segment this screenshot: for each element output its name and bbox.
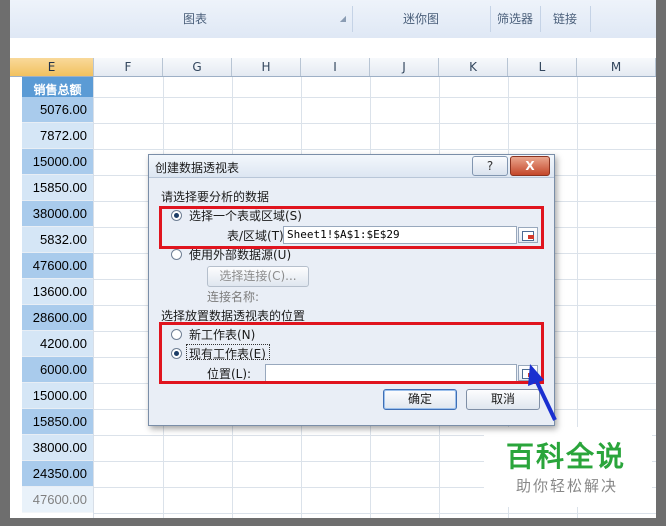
annotation-arrow-icon — [528, 364, 557, 421]
